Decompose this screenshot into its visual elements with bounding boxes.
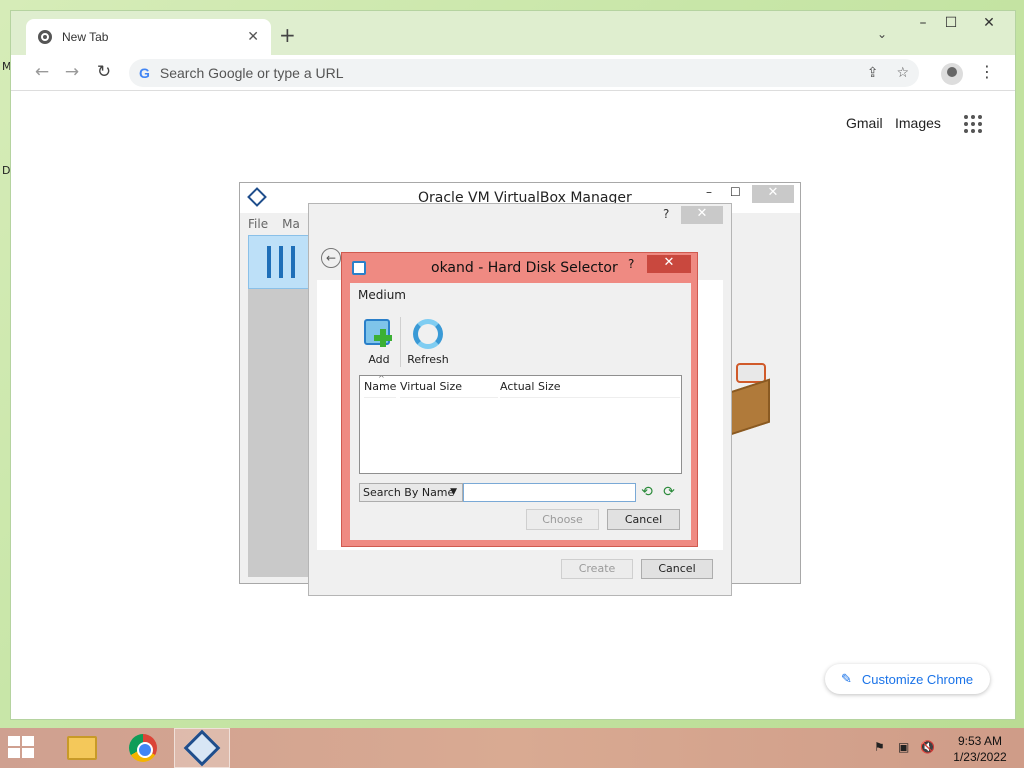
tools-icon (267, 246, 295, 278)
toolbar-separator (400, 317, 401, 367)
start-button[interactable] (8, 736, 36, 760)
address-bar[interactable]: G Search Google or type a URL ⇪ ☆ (129, 59, 919, 87)
search-mode-select[interactable]: Search By Name ▼ (359, 483, 463, 502)
refresh-button[interactable]: Refresh (407, 317, 449, 369)
customize-chrome-button[interactable]: ✎ Customize Chrome (825, 664, 990, 694)
chrome-menu-icon[interactable]: ⋮ (979, 62, 995, 81)
chrome-icon (38, 30, 52, 44)
action-center-flag-icon[interactable]: ⚑ (874, 740, 885, 754)
taskbar-file-explorer[interactable] (54, 728, 110, 768)
tab-strip: New Tab ✕ + ⌄ – ☐ ✕ (11, 11, 1015, 55)
clock-date: 1/23/2022 (953, 750, 1007, 764)
system-clock[interactable]: 9:53 AM 1/23/2022 (950, 733, 1010, 765)
vbox-maximize-button[interactable]: ☐ (730, 185, 741, 199)
chrome-icon (129, 734, 157, 762)
vm-list-panel (248, 289, 316, 577)
browser-toolbar: ← → ↻ G Search Google or type a URL ⇪ ☆ … (11, 55, 1015, 91)
column-header-actual-size[interactable]: Actual Size (500, 376, 680, 398)
share-icon[interactable]: ⇪ (867, 65, 879, 81)
profile-avatar[interactable] (941, 63, 963, 85)
vbox-close-button[interactable]: ✕ (752, 185, 794, 203)
google-apps-icon[interactable] (964, 115, 982, 133)
hds-content: Medium Add Refresh ^ Name Virtual Size A… (350, 283, 691, 540)
search-next-icon[interactable]: ⟳ (660, 483, 678, 501)
wizard-close-button[interactable]: ✕ (681, 206, 723, 224)
hds-help-icon[interactable]: ? (628, 257, 634, 271)
medium-table[interactable]: ^ Name Virtual Size Actual Size (359, 375, 682, 474)
gmail-link[interactable]: Gmail (846, 115, 883, 131)
address-placeholder[interactable]: Search Google or type a URL (160, 65, 849, 81)
add-disk-icon (364, 319, 394, 349)
cancel-button[interactable]: Cancel (607, 509, 680, 530)
back-arrow-icon[interactable]: ← (321, 248, 341, 268)
vbox-minimize-button[interactable]: – (706, 185, 712, 199)
new-tab-button[interactable]: + (279, 23, 296, 47)
hard-disk-selector-dialog: okand - Hard Disk Selector ? ✕ Medium Ad… (341, 252, 698, 547)
tab-close-icon[interactable]: ✕ (247, 29, 259, 45)
create-button[interactable]: Create (561, 559, 633, 579)
tab-search-button[interactable]: ⌄ (877, 27, 887, 41)
hds-close-button[interactable]: ✕ (647, 255, 691, 273)
wizard-cancel-button[interactable]: Cancel (641, 559, 713, 579)
maximize-button[interactable]: ☐ (935, 13, 967, 35)
close-window-button[interactable]: ✕ (973, 13, 1005, 35)
reload-button[interactable]: ↻ (93, 62, 115, 82)
menu-machine[interactable]: Ma (282, 217, 300, 231)
pencil-icon: ✎ (841, 671, 852, 686)
column-header-virtual-size[interactable]: Virtual Size (400, 376, 498, 398)
clock-time: 9:53 AM (957, 734, 1003, 748)
refresh-icon (413, 319, 443, 349)
hds-titlebar: okand - Hard Disk Selector ? ✕ (342, 253, 697, 283)
medium-group-label: Medium (358, 288, 406, 302)
google-icon: G (139, 65, 150, 81)
customize-chrome-label: Customize Chrome (861, 671, 974, 687)
search-input[interactable] (463, 483, 636, 502)
add-disk-button[interactable]: Add (358, 317, 400, 369)
sort-ascending-icon: ^ (378, 376, 385, 383)
taskbar: ⚑ ▣ 🔇 9:53 AM 1/23/2022 (0, 728, 1024, 768)
choose-button[interactable]: Choose (526, 509, 599, 530)
forward-button[interactable]: → (61, 62, 83, 82)
menu-file[interactable]: File (248, 217, 268, 231)
taskbar-virtualbox[interactable] (174, 728, 230, 768)
chevron-down-icon: ▼ (450, 487, 457, 497)
folder-icon (67, 736, 97, 760)
bookmark-star-icon[interactable]: ☆ (896, 65, 909, 81)
tools-item[interactable] (248, 235, 312, 289)
volume-muted-icon[interactable]: 🔇 (920, 740, 935, 754)
back-button[interactable]: ← (31, 62, 53, 82)
refresh-label: Refresh (407, 353, 449, 366)
tab-new-tab[interactable]: New Tab ✕ (26, 19, 271, 55)
disk-selector-icon (352, 261, 366, 275)
tab-title: New Tab (62, 30, 109, 44)
wizard-help-icon[interactable]: ? (663, 207, 669, 221)
network-icon[interactable]: ▣ (898, 740, 909, 754)
images-link[interactable]: Images (895, 115, 941, 131)
hds-title: okand - Hard Disk Selector (431, 260, 618, 276)
add-label: Add (368, 353, 390, 366)
taskbar-chrome[interactable] (115, 728, 171, 768)
toolbox-illustration (730, 361, 778, 436)
virtualbox-icon (183, 729, 221, 767)
vbox-menubar: File Ma (248, 217, 314, 231)
column-header-name[interactable]: ^ Name (364, 376, 396, 398)
search-previous-icon[interactable]: ⟲ (638, 483, 656, 501)
virtualbox-icon (247, 187, 267, 207)
